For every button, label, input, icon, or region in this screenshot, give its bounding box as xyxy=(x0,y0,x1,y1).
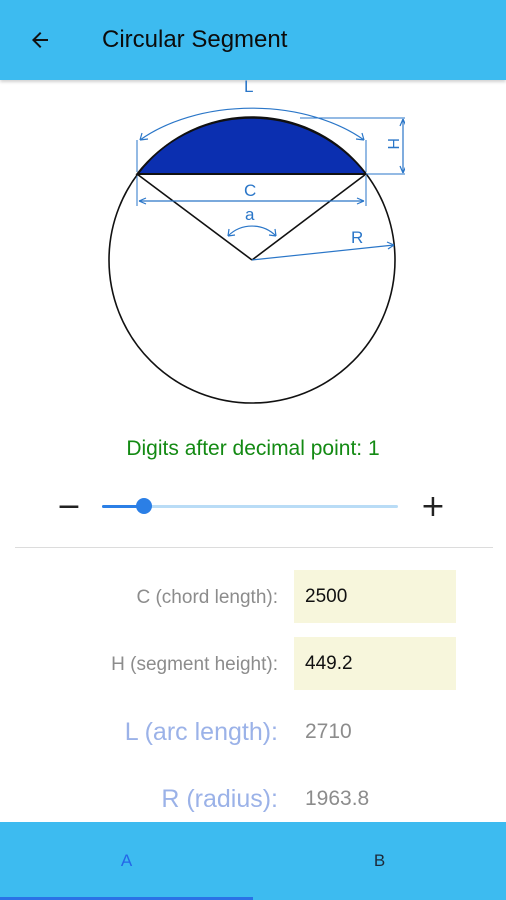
digits-slider-thumb[interactable] xyxy=(136,498,152,514)
app-bar: Circular Segment xyxy=(0,0,506,80)
arrow-left-icon xyxy=(32,32,48,48)
page-title: Circular Segment xyxy=(102,26,288,53)
radius-label-text: R (radius): xyxy=(161,785,278,813)
decrease-digits-button[interactable]: − xyxy=(49,486,89,526)
radius-label: R xyxy=(351,228,363,247)
increase-digits-button[interactable]: + xyxy=(413,486,453,526)
chord-label: C xyxy=(244,181,256,200)
divider xyxy=(15,547,493,548)
arc-length-label: L (arc length): xyxy=(124,718,278,746)
radius-value: 1963.8 xyxy=(305,787,370,810)
chord-length-label: C (chord length): xyxy=(136,587,278,608)
radius-dimension xyxy=(251,244,395,261)
back-button[interactable] xyxy=(22,22,58,58)
chord-length-input[interactable]: 2500 xyxy=(294,570,456,623)
height-label: H xyxy=(384,138,401,150)
bottom-nav: A B xyxy=(0,822,506,900)
tab-a[interactable]: A xyxy=(0,822,253,900)
radius-line-left xyxy=(136,173,253,261)
segment-fill xyxy=(135,117,368,175)
segment-height-input[interactable]: 449.2 xyxy=(294,637,456,690)
radius-line-right xyxy=(251,173,367,261)
angle-label: a xyxy=(245,205,255,224)
tab-b-label: B xyxy=(373,851,386,870)
arc-label: L xyxy=(244,78,253,96)
tab-b[interactable]: B xyxy=(253,822,506,900)
digits-label: Digits after decimal point: 1 xyxy=(126,437,380,460)
arc-length-value: 2710 xyxy=(305,720,352,743)
circular-segment-diagram: L H C a R xyxy=(108,78,405,404)
tab-a-label: A xyxy=(120,851,133,870)
segment-height-label: H (segment height): xyxy=(111,654,278,675)
angle-arc xyxy=(227,225,277,237)
